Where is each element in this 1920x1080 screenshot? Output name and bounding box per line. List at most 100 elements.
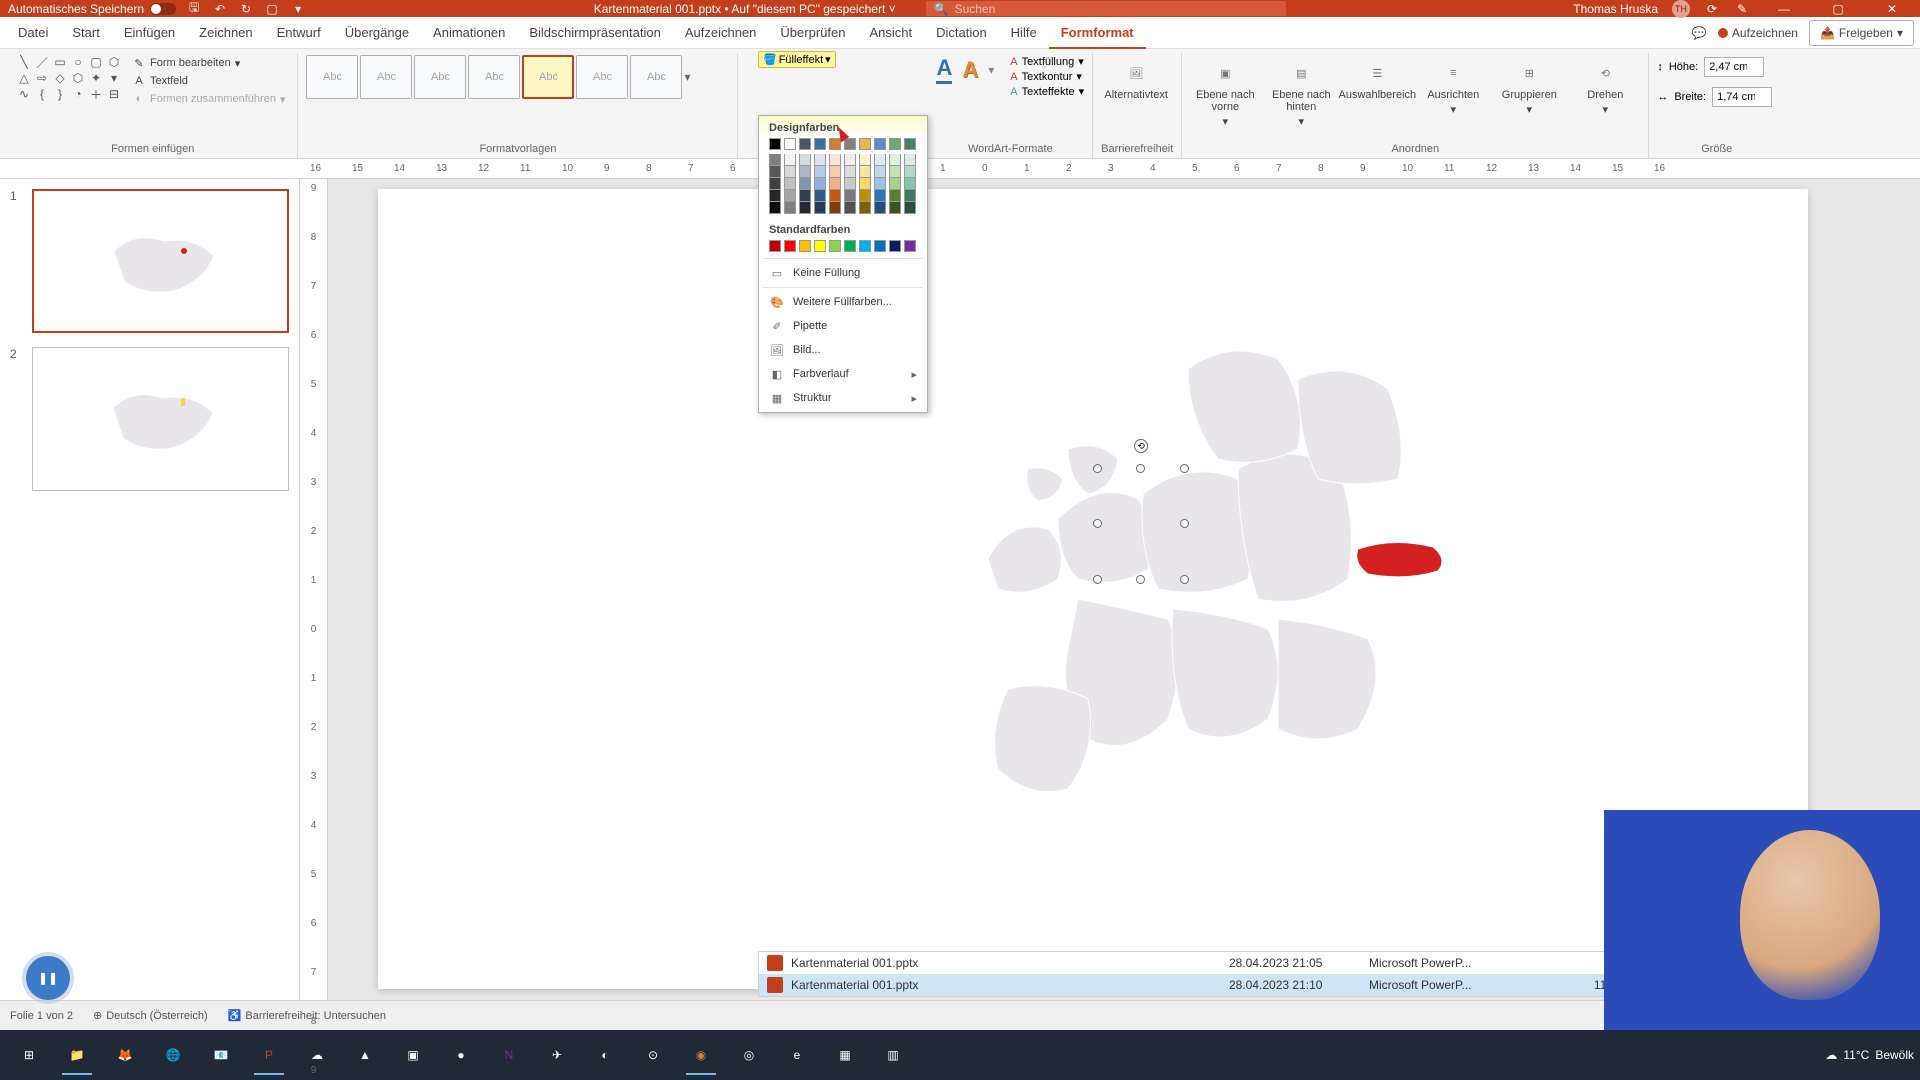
- color-swatch[interactable]: [814, 154, 826, 166]
- color-swatch[interactable]: [769, 190, 781, 202]
- style-7[interactable]: Abc: [630, 55, 682, 99]
- rotate-handle[interactable]: ⟲: [1134, 439, 1148, 453]
- tab-uebergaenge[interactable]: Übergänge: [333, 17, 421, 49]
- color-swatch[interactable]: [799, 154, 811, 166]
- thumbnail-panel[interactable]: 1 2: [0, 179, 300, 1000]
- color-swatch[interactable]: [784, 154, 796, 166]
- color-swatch[interactable]: [889, 240, 901, 252]
- taskbar-firefox[interactable]: 🦊: [102, 1035, 148, 1075]
- taskbar-app4[interactable]: ◐: [582, 1035, 628, 1075]
- selection-box[interactable]: ⟲: [1098, 469, 1184, 579]
- color-swatch[interactable]: [874, 178, 886, 190]
- close-button[interactable]: ✕: [1872, 2, 1912, 16]
- color-swatch[interactable]: [874, 240, 886, 252]
- color-swatch[interactable]: [769, 166, 781, 178]
- color-swatch[interactable]: [859, 202, 871, 214]
- width-field[interactable]: ↔Breite:▴▾: [1657, 85, 1776, 109]
- thumbnail-1[interactable]: [32, 189, 289, 333]
- shape-arrow-icon[interactable]: ⬡: [106, 55, 122, 69]
- color-swatch[interactable]: [829, 202, 841, 214]
- shape-line2-icon[interactable]: ／: [34, 55, 50, 69]
- selection-pane-button[interactable]: ☰Auswahlbereich: [1342, 55, 1412, 105]
- autosave-toggle[interactable]: Automatisches Speichern: [8, 2, 176, 16]
- color-swatch[interactable]: [784, 178, 796, 190]
- toggle-off-icon[interactable]: [150, 3, 176, 15]
- shape-rect-icon[interactable]: ▭: [52, 55, 68, 69]
- tab-animationen[interactable]: Animationen: [421, 17, 517, 49]
- color-swatch[interactable]: [814, 190, 826, 202]
- color-swatch[interactable]: [784, 202, 796, 214]
- taskbar-vlc[interactable]: ▲: [342, 1035, 388, 1075]
- tab-aufzeichnen[interactable]: Aufzeichnen: [673, 17, 769, 49]
- color-swatch[interactable]: [814, 202, 826, 214]
- weather-widget[interactable]: ☁11°CBewölk: [1825, 1048, 1914, 1062]
- comments-icon[interactable]: 💬: [1691, 25, 1707, 41]
- tab-start[interactable]: Start: [60, 17, 111, 49]
- undo-icon[interactable]: ↶: [212, 1, 228, 17]
- color-swatch[interactable]: [859, 240, 871, 252]
- wordart-style-a-orange[interactable]: A: [962, 57, 978, 83]
- no-fill-item[interactable]: ▭Keine Füllung: [759, 261, 927, 285]
- color-swatch[interactable]: [904, 178, 916, 190]
- color-swatch[interactable]: [859, 154, 871, 166]
- style-4[interactable]: Abc: [468, 55, 520, 99]
- maximize-button[interactable]: ▢: [1818, 2, 1858, 16]
- tab-hilfe[interactable]: Hilfe: [999, 17, 1049, 49]
- search-input[interactable]: 🔍 Suchen: [926, 1, 1286, 16]
- color-swatch[interactable]: [769, 154, 781, 166]
- taskbar-outlook[interactable]: 📧: [198, 1035, 244, 1075]
- color-swatch[interactable]: [874, 138, 886, 150]
- tab-einfuegen[interactable]: Einfügen: [112, 17, 187, 49]
- color-swatch[interactable]: [889, 190, 901, 202]
- taskbar-app8[interactable]: ▥: [870, 1035, 916, 1075]
- color-swatch[interactable]: [844, 166, 856, 178]
- shape-oval-icon[interactable]: ○: [70, 55, 86, 69]
- tab-dictation[interactable]: Dictation: [924, 17, 999, 49]
- taskbar-powerpoint[interactable]: P: [246, 1035, 292, 1075]
- eyedropper-item[interactable]: ✐Pipette: [759, 314, 927, 338]
- picture-fill-item[interactable]: 🖼Bild...: [759, 338, 927, 362]
- height-field[interactable]: ↕Höhe:▴▾: [1657, 55, 1768, 79]
- color-swatch[interactable]: [814, 240, 826, 252]
- sync-icon[interactable]: ⟳: [1704, 1, 1720, 17]
- color-swatch[interactable]: [904, 138, 916, 150]
- start-button[interactable]: ⊞: [6, 1035, 52, 1075]
- record-button[interactable]: Aufzeichnen: [1707, 20, 1809, 46]
- color-swatch[interactable]: [904, 202, 916, 214]
- taskbar-app3[interactable]: ●: [438, 1035, 484, 1075]
- ruler-horizontal[interactable]: 1615141312111098765432101234567891011121…: [0, 159, 1920, 179]
- color-swatch[interactable]: [784, 138, 796, 150]
- taskbar-obs[interactable]: ◉: [678, 1035, 724, 1075]
- wordart-more-icon[interactable]: ▾: [988, 63, 994, 77]
- tab-ueberpruefen[interactable]: Überprüfen: [768, 17, 857, 49]
- share-button[interactable]: 📤Freigeben▾: [1809, 20, 1914, 46]
- color-swatch[interactable]: [859, 166, 871, 178]
- color-swatch[interactable]: [829, 178, 841, 190]
- taskbar-app1[interactable]: ☁: [294, 1035, 340, 1075]
- language-button[interactable]: ⊕Deutsch (Österreich): [93, 1009, 208, 1022]
- file-row[interactable]: Kartenmaterial 001.pptx28.04.2023 21:10M…: [759, 974, 1657, 996]
- shape-hex-icon[interactable]: ⬡: [70, 71, 86, 85]
- shape-plus-icon[interactable]: ＋: [88, 87, 104, 101]
- tab-datei[interactable]: Datei: [6, 17, 60, 49]
- color-swatch[interactable]: [904, 154, 916, 166]
- privacy-icon[interactable]: ✎: [1734, 1, 1750, 17]
- color-swatch[interactable]: [769, 178, 781, 190]
- tab-entwurf[interactable]: Entwurf: [265, 17, 333, 49]
- style-gallery-more[interactable]: ▾: [684, 55, 700, 99]
- color-swatch[interactable]: [784, 240, 796, 252]
- style-3[interactable]: Abc: [414, 55, 466, 99]
- thumbnail-2[interactable]: [32, 347, 289, 491]
- color-swatch[interactable]: [904, 166, 916, 178]
- slide[interactable]: ⟲ Kartenmaterial 001.pptx28.04.2023 21:0…: [378, 189, 1808, 989]
- shape-tri-icon[interactable]: △: [16, 71, 32, 85]
- username[interactable]: Thomas Hruska: [1573, 2, 1658, 16]
- color-swatch[interactable]: [829, 154, 841, 166]
- color-swatch[interactable]: [874, 202, 886, 214]
- tab-zeichnen[interactable]: Zeichnen: [187, 17, 264, 49]
- color-swatch[interactable]: [769, 240, 781, 252]
- shape-star-icon[interactable]: ✦: [88, 71, 104, 85]
- minimize-button[interactable]: —: [1764, 2, 1804, 16]
- resize-handle[interactable]: [1180, 519, 1189, 528]
- color-swatch[interactable]: [799, 202, 811, 214]
